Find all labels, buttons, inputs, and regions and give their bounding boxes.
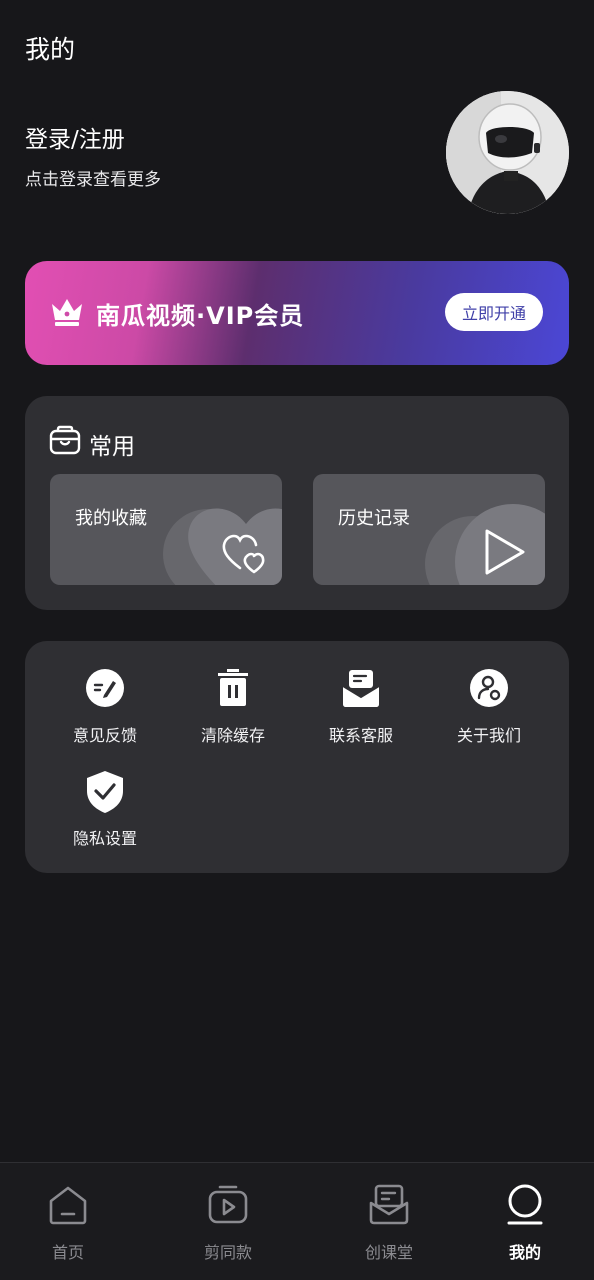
nav-profile-label: 我的: [508, 1243, 541, 1262]
about-item[interactable]: 关于我们: [434, 666, 544, 746]
feedback-label: 意见反馈: [72, 726, 137, 745]
shield-icon: [87, 771, 123, 813]
vip-open-button[interactable]: 立即开通: [445, 293, 543, 331]
favorites-label: 我的收藏: [75, 508, 147, 529]
nav-home[interactable]: 首页: [8, 1183, 128, 1263]
nav-profile[interactable]: 我的: [465, 1183, 585, 1263]
feedback-item[interactable]: 意见反馈: [50, 666, 160, 746]
nav-template-label: 剪同款: [203, 1243, 252, 1262]
play-icon: [485, 529, 525, 575]
avatar[interactable]: [446, 91, 569, 214]
clear-cache-item[interactable]: 清除缓存: [178, 666, 288, 746]
history-label: 历史记录: [338, 508, 410, 529]
clear-cache-label: 清除缓存: [200, 726, 265, 745]
history-tile[interactable]: 历史记录: [313, 474, 545, 585]
bottom-nav: 首页 剪同款 创课堂 我的: [0, 1162, 594, 1280]
login-hint: 点击登录查看更多: [25, 170, 161, 190]
video-template-icon: [208, 1185, 248, 1224]
trash-icon: [218, 669, 248, 706]
bag-icon: [49, 425, 81, 455]
nav-home-label: 首页: [51, 1243, 84, 1262]
common-title: 常用: [89, 434, 135, 460]
page-title: 我的: [25, 35, 76, 64]
profile-page: 我的 登录/注册 点击登录查看更多 南瓜视频·VIP会员 立即开通 常用 我的收…: [0, 0, 594, 1280]
home-icon: [49, 1186, 87, 1225]
profile-icon: [507, 1184, 543, 1225]
heart-icon: [222, 534, 265, 574]
about-icon: [470, 669, 508, 707]
service-icon: [342, 670, 380, 707]
customer-service-label: 联系客服: [328, 726, 393, 745]
crown-icon: [52, 299, 82, 326]
nav-template[interactable]: 剪同款: [168, 1183, 288, 1263]
login-register-link[interactable]: 登录/注册: [25, 120, 125, 154]
vip-title: 南瓜视频·VIP会员: [96, 302, 305, 330]
feedback-icon: [86, 669, 124, 707]
classroom-icon: [369, 1184, 409, 1225]
nav-classroom-label: 创课堂: [364, 1243, 413, 1262]
privacy-item[interactable]: 隐私设置: [50, 769, 160, 849]
privacy-label: 隐私设置: [72, 829, 137, 848]
customer-service-item[interactable]: 联系客服: [306, 666, 416, 746]
nav-classroom[interactable]: 创课堂: [329, 1183, 449, 1263]
favorites-tile[interactable]: 我的收藏: [50, 474, 282, 585]
about-label: 关于我们: [456, 726, 521, 745]
